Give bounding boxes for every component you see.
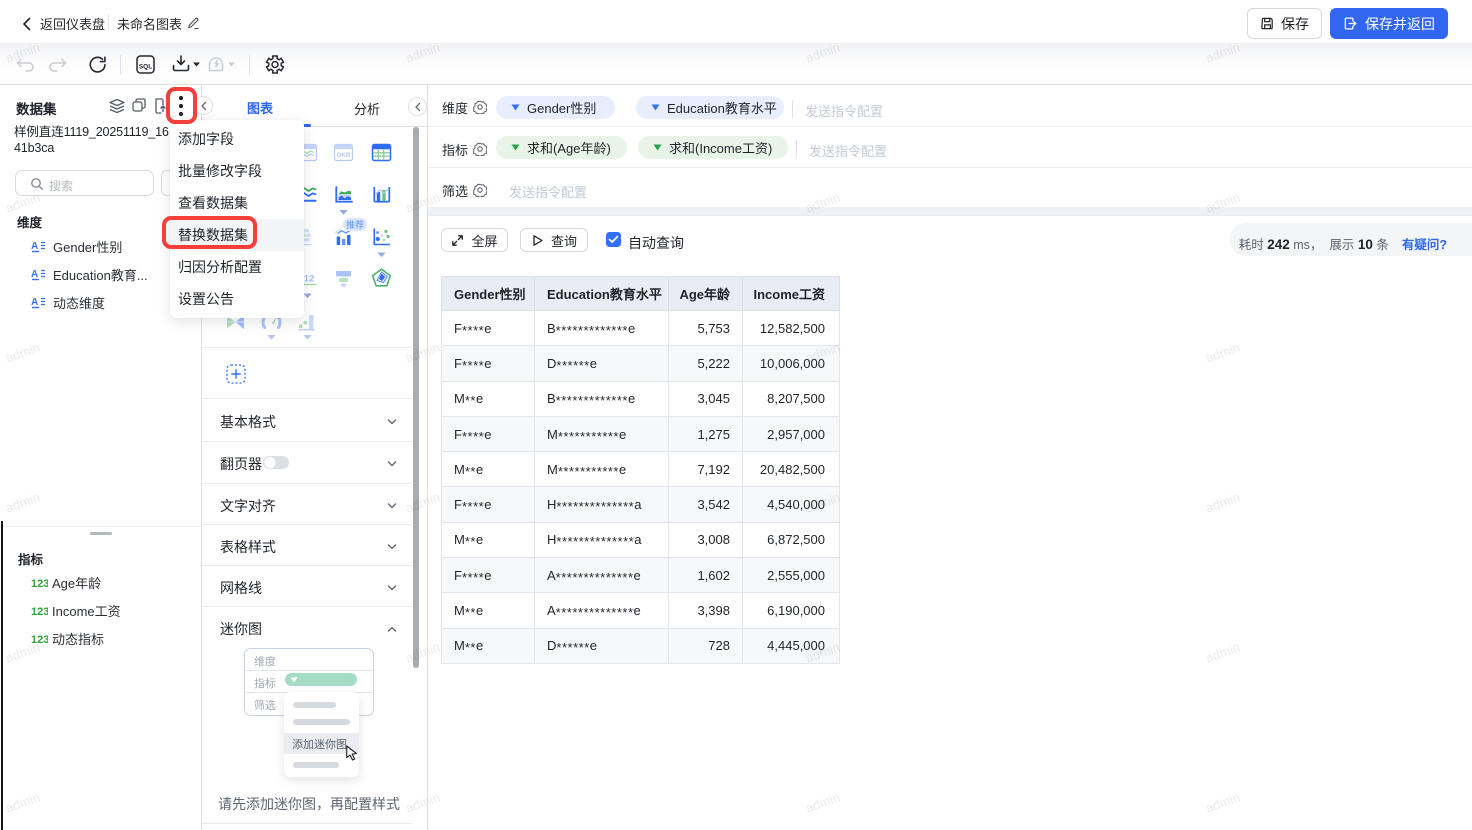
svg-text:A: A bbox=[31, 241, 38, 252]
svg-text:123: 123 bbox=[31, 578, 48, 589]
svg-text:123: 123 bbox=[31, 634, 48, 645]
svg-text:SQL: SQL bbox=[139, 64, 152, 71]
svg-text:123: 123 bbox=[31, 606, 48, 617]
svg-text:A: A bbox=[31, 269, 38, 280]
svg-text:OKR: OKR bbox=[337, 152, 351, 159]
svg-text:A: A bbox=[31, 297, 38, 308]
